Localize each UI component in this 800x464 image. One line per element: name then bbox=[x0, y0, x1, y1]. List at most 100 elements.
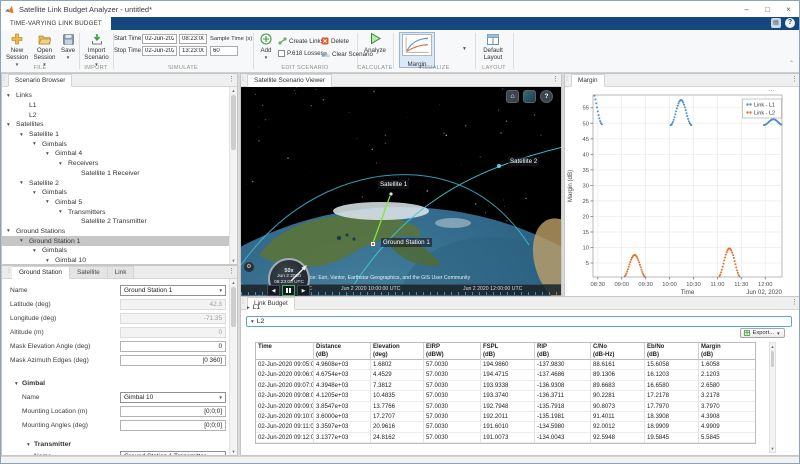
panel-overflow-icon[interactable]: ⋮ bbox=[228, 76, 235, 84]
axes-toolbar-icon[interactable]: ⋯ bbox=[768, 88, 775, 95]
expand-arrow-icon[interactable]: ▾ bbox=[33, 141, 42, 147]
tab-link[interactable]: Link bbox=[107, 266, 135, 279]
stop-time-input[interactable] bbox=[179, 46, 207, 56]
name-dropdown[interactable]: Ground Station 1 Transmitter▼ bbox=[120, 451, 226, 455]
import-scenario-button[interactable]: Import Scenario ▼ bbox=[82, 32, 111, 68]
analyze-button[interactable]: Analyze bbox=[360, 32, 390, 54]
scroll-down-icon[interactable]: ▼ bbox=[230, 448, 237, 455]
table-row[interactable]: 02-Jun-2020 09:11:00 3.3597e+03 20.9616 57.… bbox=[256, 422, 755, 433]
start-date-input[interactable] bbox=[142, 34, 177, 44]
panel-grip-icon[interactable]: ⁞ bbox=[8, 266, 10, 278]
table-row[interactable]: 02-Jun-2020 09:07:00 4.3948e+03 7.3812 57.0… bbox=[256, 380, 755, 392]
tree-item-satellite-2-transmitter[interactable]: Satellite 2 Transmitter bbox=[2, 217, 229, 227]
expand-arrow-icon[interactable]: ▾ bbox=[46, 151, 55, 157]
tree-item-receivers[interactable]: ▾ Receivers bbox=[2, 159, 229, 169]
mounting-angles-deg-input[interactable]: [0;0;0] bbox=[120, 420, 226, 431]
mounting-location-m-input[interactable]: [0;0;0] bbox=[120, 406, 226, 417]
panel-overflow-icon[interactable]: ⋮ bbox=[552, 76, 559, 84]
expand-arrow-icon[interactable]: ▾ bbox=[7, 228, 16, 234]
scroll-up-icon[interactable]: ▲ bbox=[230, 279, 237, 286]
tab-satellite[interactable]: Satellite bbox=[69, 266, 108, 279]
p618-losses-checkbox[interactable]: P.618 Losses bbox=[278, 50, 324, 57]
collapse-ribbon-icon[interactable]: ⌃ bbox=[789, 60, 794, 67]
expand-arrow-icon[interactable]: ▾ bbox=[46, 199, 55, 205]
tree-item-l1[interactable]: L1 bbox=[2, 101, 229, 111]
step-back-button[interactable]: ◀ bbox=[267, 285, 280, 296]
expand-arrow-icon[interactable]: ▾ bbox=[7, 93, 16, 99]
mask-azimuth-edges-deg-input[interactable]: [0 360] bbox=[120, 355, 226, 366]
minimize-button[interactable]: – bbox=[736, 2, 757, 17]
panel-overflow-icon[interactable]: ⋮ bbox=[228, 268, 235, 276]
delete-button[interactable]: Delete bbox=[321, 37, 349, 45]
panel-grip-icon[interactable]: ⁞ bbox=[242, 76, 244, 83]
default-layout-button[interactable]: Default Layout bbox=[478, 32, 508, 61]
tree-item-gimbals[interactable]: ▾ Gimbals bbox=[2, 139, 229, 149]
expand-arrow-icon[interactable]: ▾ bbox=[33, 190, 42, 196]
home-view-icon[interactable]: ⌂ bbox=[506, 90, 519, 103]
link-group-l2[interactable]: ▾ L2 bbox=[246, 316, 792, 327]
tree-item-ground-station-1[interactable]: ▾ Ground Station 1 bbox=[2, 236, 229, 246]
quick-save-icon[interactable]: ▤ bbox=[771, 18, 781, 28]
table-scrollbar[interactable]: ▲ ▼ bbox=[769, 342, 776, 453]
viewer-tab[interactable]: Satellite Scenario Viewer bbox=[247, 74, 332, 87]
scenario-tree-scrollbar[interactable]: ▲ ▼ bbox=[229, 87, 237, 264]
step-forward-button[interactable]: ▶ bbox=[297, 285, 310, 296]
link-group-l1[interactable]: ▸ L1 bbox=[247, 304, 260, 311]
expand-arrow-icon[interactable]: ▾ bbox=[20, 180, 29, 186]
basemap-icon[interactable] bbox=[523, 90, 536, 103]
tree-item-links[interactable]: ▾ Links bbox=[2, 91, 229, 101]
expand-arrow-icon[interactable]: ▾ bbox=[59, 161, 68, 167]
tree-item-gimbal-4[interactable]: ▾ Gimbal 4 bbox=[2, 149, 229, 159]
scroll-up-icon[interactable]: ▲ bbox=[230, 87, 237, 94]
tree-item-satellite-1-receiver[interactable]: Satellite 1 Receiver bbox=[2, 169, 229, 179]
satellite2-label[interactable]: Satellite 2 bbox=[508, 157, 540, 166]
help-icon[interactable]: ? bbox=[785, 18, 795, 28]
visualize-gallery-dropdown[interactable]: ▼ bbox=[462, 46, 467, 52]
tree-item-satellites[interactable]: ▾ Satellites bbox=[2, 120, 229, 130]
tree-item-gimbals[interactable]: ▾ Gimbals bbox=[2, 188, 229, 198]
table-row[interactable]: 02-Jun-2020 09:12:00 3.1377e+03 24.8162 57.… bbox=[256, 432, 755, 444]
margin-tab[interactable]: Margin bbox=[571, 74, 605, 87]
tree-item-transmitters[interactable]: ▾ Transmitters bbox=[2, 207, 229, 217]
property-scrollbar[interactable]: ▲ ▼ bbox=[229, 279, 237, 455]
ground-station-marker[interactable] bbox=[371, 242, 375, 246]
tab-time-varying-link-budget[interactable]: TIME-VARYING LINK BUDGET bbox=[1, 17, 111, 30]
close-button[interactable]: × bbox=[778, 2, 799, 17]
open-session-button[interactable]: Open Session ▼ bbox=[31, 32, 58, 68]
tree-item-gimbals[interactable]: ▾ Gimbals bbox=[2, 246, 229, 256]
save-button[interactable]: Save ▼ bbox=[59, 32, 77, 61]
name-dropdown[interactable]: Ground Station 1 ▼ bbox=[120, 285, 226, 296]
tree-item-gimbal-5[interactable]: ▾ Gimbal 5 bbox=[2, 198, 229, 208]
scenario-browser-tab[interactable]: Scenario Browser bbox=[8, 74, 73, 87]
new-session-button[interactable]: New Session ▼ bbox=[4, 32, 30, 68]
panel-grip-icon[interactable]: ⁞ bbox=[242, 299, 244, 306]
tree-item-satellite-1[interactable]: ▾ Satellite 1 bbox=[2, 130, 229, 140]
expand-arrow-icon[interactable]: ▾ bbox=[59, 209, 68, 215]
expand-arrow-icon[interactable]: ▾ bbox=[46, 258, 55, 264]
name-dropdown[interactable]: Gimbal 10 ▼ bbox=[120, 392, 226, 403]
stop-date-input[interactable] bbox=[142, 46, 177, 56]
panel-grip-icon[interactable]: ⁞ bbox=[3, 76, 5, 83]
scroll-up-icon[interactable]: ▲ bbox=[770, 343, 775, 350]
start-time-input[interactable] bbox=[179, 34, 207, 44]
satellite1-label[interactable]: Satellite 1 bbox=[378, 180, 410, 189]
expand-arrow-icon[interactable]: ▾ bbox=[33, 248, 42, 254]
maximize-button[interactable]: □ bbox=[757, 2, 778, 17]
table-row[interactable]: 02-Jun-2020 09:10:00 3.6000e+03 17.2707 57.… bbox=[256, 411, 755, 423]
create-links-button[interactable]: Create Links bbox=[278, 37, 324, 45]
table-row[interactable]: 02-Jun-2020 09:06:00 4.6754e+03 4.4529 57.0… bbox=[256, 370, 755, 381]
tree-item-gimbal-10[interactable]: ▾ Gimbal 10 bbox=[2, 256, 229, 264]
tree-item-l2[interactable]: L2 bbox=[2, 110, 229, 120]
table-row[interactable]: 02-Jun-2020 09:09:00 3.8547e+03 13.7766 57.… bbox=[256, 401, 755, 412]
globe-scene[interactable]: ⌂ ? Satellite 1 Satellite 2 Ground Stati… bbox=[241, 87, 561, 296]
scroll-down-icon[interactable]: ▼ bbox=[230, 257, 237, 264]
collapse-arrow-icon[interactable]: ▾ bbox=[15, 381, 18, 387]
table-row[interactable]: 02-Jun-2020 09:08:00 4.1205e+03 10.4835 57.… bbox=[256, 391, 755, 402]
expand-arrow-icon[interactable]: ▾ bbox=[20, 238, 29, 244]
panel-overflow-icon[interactable]: ⋮ bbox=[791, 76, 798, 84]
pause-button[interactable] bbox=[282, 285, 295, 296]
playback-settings-gear-icon[interactable]: ⚙ bbox=[244, 262, 254, 272]
panel-grip-icon[interactable]: ⁞ bbox=[566, 76, 568, 83]
expand-arrow-icon[interactable]: ▾ bbox=[7, 122, 16, 128]
tab-ground-station[interactable]: Ground Station bbox=[11, 266, 70, 279]
